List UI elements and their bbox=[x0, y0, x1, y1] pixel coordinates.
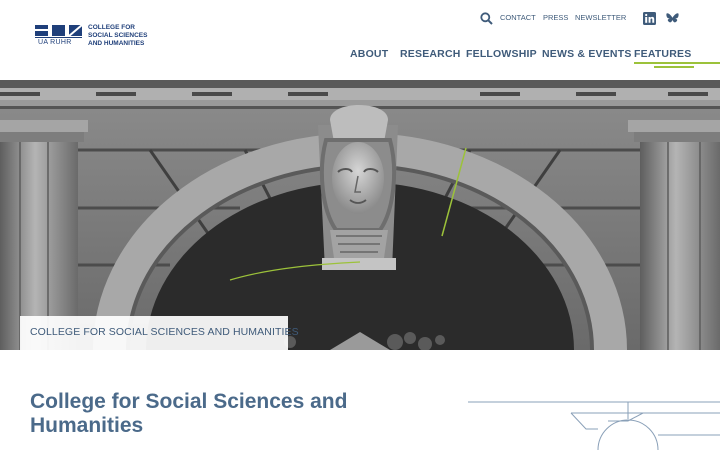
page-title: College for Social Sciences and Humaniti… bbox=[30, 390, 348, 437]
nav-fellowship[interactable]: FELLOWSHIP bbox=[466, 48, 537, 60]
hero-caption-text: COLLEGE FOR SOCIAL SCIENCES AND HUMANITI… bbox=[30, 326, 299, 338]
nav-active-underline bbox=[634, 62, 720, 64]
nav-research[interactable]: RESEARCH bbox=[400, 48, 461, 60]
site-header: UA RUHR COLLEGE FOR SOCIAL SCIENCES AND … bbox=[0, 0, 720, 80]
logo-line-3: AND HUMANITIES bbox=[88, 40, 145, 47]
nav-about[interactable]: ABOUT bbox=[350, 48, 388, 60]
logo-university-text: UA RUHR bbox=[38, 39, 72, 46]
building-facade-illustration bbox=[0, 80, 720, 350]
hero-caption-box: COLLEGE FOR SOCIAL SCIENCES AND HUMANITI… bbox=[20, 316, 299, 350]
nav-features[interactable]: FEATURES bbox=[634, 48, 691, 60]
linkedin-icon[interactable] bbox=[643, 12, 656, 25]
bluesky-icon[interactable] bbox=[666, 12, 679, 25]
nav-news-events[interactable]: NEWS & EVENTS bbox=[542, 48, 632, 60]
search-icon[interactable] bbox=[480, 12, 493, 25]
college-logo[interactable]: UA RUHR COLLEGE FOR SOCIAL SCIENCES AND … bbox=[35, 23, 160, 49]
press-link[interactable]: PRESS bbox=[543, 13, 568, 25]
nav-active-underline-2 bbox=[654, 66, 694, 68]
contact-link[interactable]: CONTACT bbox=[500, 13, 536, 25]
logo-line-2: SOCIAL SCIENCES bbox=[88, 32, 148, 39]
newsletter-link[interactable]: NEWSLETTER bbox=[575, 13, 626, 25]
ua-ruhr-logo-mark bbox=[35, 24, 83, 38]
hero-image bbox=[0, 80, 720, 350]
logo-college-name: COLLEGE FOR SOCIAL SCIENCES AND HUMANITI… bbox=[88, 24, 147, 48]
logo-line-1: COLLEGE FOR bbox=[88, 24, 135, 31]
decorative-line-graphic bbox=[468, 401, 720, 450]
